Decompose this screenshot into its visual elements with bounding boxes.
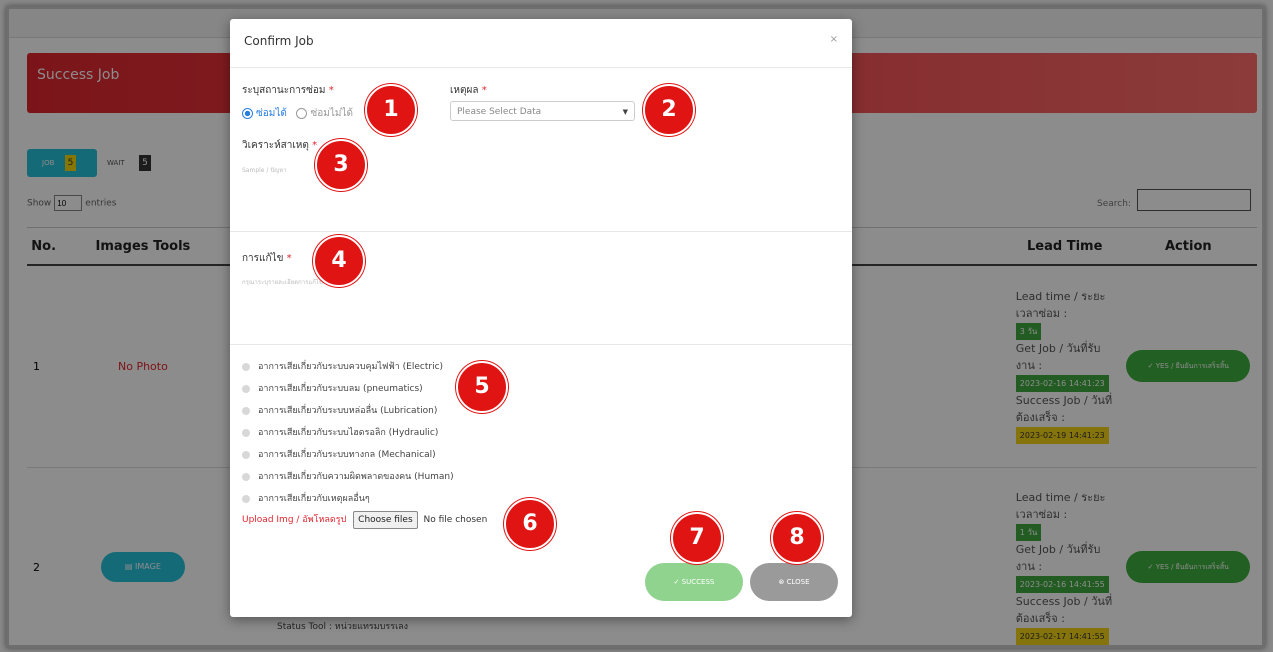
checkbox-icon (242, 428, 250, 437)
check-label: อาการเสียเกี่ยวกับเหตุผลอื่นๆ (258, 494, 370, 504)
chevron-down-icon: ▼ (622, 108, 628, 116)
radio-ok-label: ซ่อมได้ (256, 108, 287, 119)
radio-repairable[interactable]: ซ่อมได้ (242, 107, 287, 119)
fix-label: การแก้ไข * (242, 251, 292, 266)
checkbox-icon (242, 494, 250, 503)
fix-textarea[interactable]: กรุณาระบุรายละเอียดการแก้ไข (242, 277, 323, 287)
check-label: อาการเสียเกี่ยวกับความผิดพลาดของคน (Huma… (258, 472, 454, 482)
check-other[interactable]: อาการเสียเกี่ยวกับเหตุผลอื่นๆ (242, 488, 454, 510)
choose-files-button[interactable]: Choose files (353, 511, 418, 529)
annotation-marker-5: 5 (456, 361, 508, 413)
upload-row: Upload Img / อัพโหลดรูป Choose files No … (242, 511, 487, 529)
check-label: อาการเสียเกี่ยวกับระบบหล่อลื่น (Lubricat… (258, 406, 438, 416)
analysis-label: วิเคราะห์สาเหตุ * (242, 138, 317, 153)
check-label: อาการเสียเกี่ยวกับระบบลม (pneumatics) (258, 384, 423, 394)
close-button[interactable]: ⊗ CLOSE (750, 563, 838, 601)
radio-selected-icon (242, 107, 253, 119)
required-mark: * (481, 85, 487, 96)
close-button-label: CLOSE (786, 578, 810, 586)
no-file-text: No file chosen (423, 515, 488, 525)
annotation-marker-2: 2 (643, 84, 695, 136)
check-lubrication[interactable]: อาการเสียเกี่ยวกับระบบหล่อลื่น (Lubricat… (242, 400, 454, 422)
reason-text: เหตุผล (450, 85, 479, 96)
check-pneumatics[interactable]: อาการเสียเกี่ยวกับระบบลม (pneumatics) (242, 378, 454, 400)
check-hydraulic[interactable]: อาการเสียเกี่ยวกับระบบไฮดรอลิก (Hydrauli… (242, 422, 454, 444)
annotation-marker-3: 3 (315, 139, 367, 191)
repair-status-text: ระบุสถานะการซ่อม (242, 85, 326, 96)
symptom-checklist: อาการเสียเกี่ยวกับระบบควบคุมไฟฟ้า (Elect… (242, 356, 454, 510)
checkbox-icon (242, 472, 250, 481)
success-button-label: SUCCESS (681, 578, 715, 586)
repair-status-radios: ซ่อมได้ ซ่อมไม่ได้ (242, 106, 353, 121)
checkbox-icon (242, 406, 250, 415)
checkbox-icon (242, 450, 250, 459)
fix-text: การแก้ไข (242, 253, 284, 264)
divider (230, 67, 852, 68)
annotation-marker-8: 8 (771, 512, 823, 564)
repair-status-label: ระบุสถานะการซ่อม * (242, 83, 334, 98)
radio-not-repairable[interactable]: ซ่อมไม่ได้ (296, 107, 353, 119)
annotation-marker-6: 6 (504, 498, 556, 550)
reason-label: เหตุผล * (450, 83, 487, 98)
divider (230, 231, 852, 232)
checkbox-icon (242, 384, 250, 393)
annotation-marker-7: 7 (671, 512, 723, 564)
modal-title: Confirm Job (244, 34, 314, 48)
required-mark: * (328, 85, 334, 96)
analysis-textarea[interactable]: Sample / ปัญหา (242, 165, 287, 175)
radio-icon (296, 107, 308, 119)
check-label: อาการเสียเกี่ยวกับระบบควบคุมไฟฟ้า (Elect… (258, 362, 444, 372)
checkbox-icon (242, 362, 250, 371)
required-mark: * (286, 253, 292, 264)
annotation-marker-1: 1 (365, 84, 417, 136)
required-mark: * (312, 140, 318, 151)
divider (230, 344, 852, 345)
check-mechanical[interactable]: อาการเสียเกี่ยวกับระบบทางกล (Mechanical) (242, 444, 454, 466)
check-electric[interactable]: อาการเสียเกี่ยวกับระบบควบคุมไฟฟ้า (Elect… (242, 356, 454, 378)
radio-no-label: ซ่อมไม่ได้ (310, 108, 353, 119)
success-button[interactable]: ✓ SUCCESS (645, 563, 743, 601)
upload-label: Upload Img / อัพโหลดรูป (242, 515, 347, 525)
analysis-text: วิเคราะห์สาเหตุ (242, 140, 309, 151)
check-label: อาการเสียเกี่ยวกับระบบไฮดรอลิก (Hydrauli… (258, 428, 439, 438)
reason-placeholder: Please Select Data (457, 107, 542, 117)
check-label: อาการเสียเกี่ยวกับระบบทางกล (Mechanical) (258, 450, 436, 460)
check-human[interactable]: อาการเสียเกี่ยวกับความผิดพลาดของคน (Huma… (242, 466, 454, 488)
close-icon[interactable]: × (830, 34, 838, 45)
annotation-marker-4: 4 (313, 235, 365, 287)
reason-select[interactable]: Please Select Data ▼ (450, 101, 635, 121)
